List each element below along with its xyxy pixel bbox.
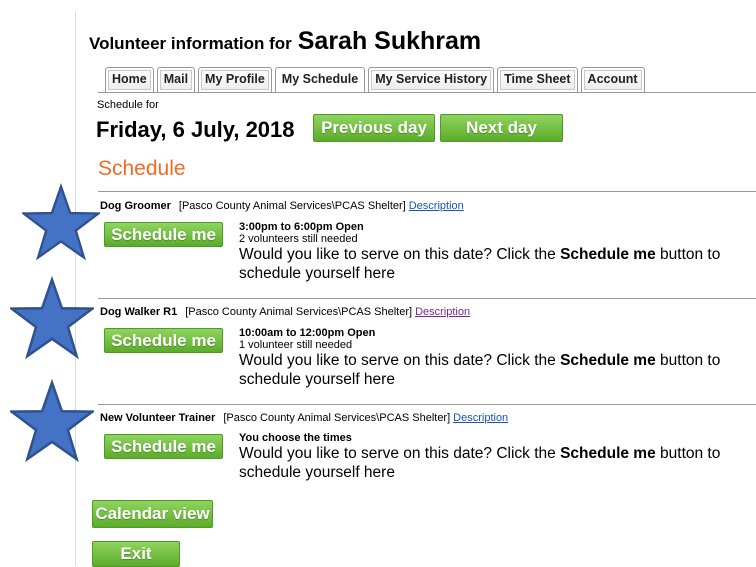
shift-header: Dog Walker R1 [Pasco County Animal Servic…	[100, 306, 470, 318]
tab-home[interactable]: Home	[105, 67, 154, 92]
shift-role: New Volunteer Trainer	[100, 412, 216, 424]
tab-my-service-history[interactable]: My Service History	[368, 67, 495, 92]
shift-info: 3:00pm to 6:00pm Open 2 volunteers still…	[239, 221, 720, 283]
schedule-for-label: Schedule for	[97, 99, 159, 111]
previous-day-button[interactable]: Previous day	[313, 114, 435, 142]
star-icon	[10, 276, 94, 360]
shift-role: Dog Groomer	[100, 200, 171, 212]
tab-mail[interactable]: Mail	[156, 67, 196, 92]
description-link[interactable]: Description	[415, 306, 470, 318]
tab-underline	[98, 92, 756, 93]
volunteers-needed: 1 volunteer still needed	[239, 339, 353, 351]
star-icon	[10, 378, 94, 463]
schedule-prompt-line2: schedule yourself here	[239, 371, 395, 388]
tab-time-sheet[interactable]: Time Sheet	[497, 67, 578, 92]
tab-bar: Home Mail My Profile My Schedule My Serv…	[105, 67, 645, 93]
tab-account[interactable]: Account	[580, 67, 645, 92]
schedule-me-button[interactable]: Schedule me	[104, 222, 223, 247]
shift-header: New Volunteer Trainer [Pasco County Anima…	[100, 412, 508, 424]
exit-button[interactable]: Exit	[92, 541, 180, 567]
volunteers-needed: 2 volunteers still needed	[239, 233, 358, 245]
schedule-date: Friday, 6 July, 2018	[96, 117, 295, 142]
section-title: Schedule	[98, 157, 186, 180]
shift-divider	[98, 404, 756, 405]
schedule-prompt: Would you like to serve on this date? Cl…	[239, 445, 721, 462]
shift-organization: [Pasco County Animal Services\PCAS Shelt…	[185, 306, 413, 318]
schedule-me-button[interactable]: Schedule me	[104, 434, 223, 459]
schedule-me-button[interactable]: Schedule me	[104, 328, 223, 353]
schedule-prompt-line2: schedule yourself here	[239, 265, 395, 282]
description-link[interactable]: Description	[453, 412, 508, 424]
shift-time: 3:00pm to 6:00pm Open	[239, 221, 364, 233]
shift-info: 10:00am to 12:00pm Open 1 volunteer stil…	[239, 327, 720, 389]
shift-divider	[98, 191, 756, 192]
shift-time: 10:00am to 12:00pm Open	[239, 327, 376, 339]
description-link[interactable]: Description	[409, 200, 464, 212]
tab-my-schedule[interactable]: My Schedule	[274, 67, 366, 93]
shift-time: You choose the times	[239, 432, 352, 444]
shift-divider	[98, 298, 756, 299]
schedule-prompt-line2: schedule yourself here	[239, 464, 395, 481]
heading-prefix: Volunteer information for	[89, 34, 292, 53]
star-icon	[22, 182, 100, 261]
shift-organization: [Pasco County Animal Services\PCAS Shelt…	[223, 412, 451, 424]
calendar-view-button[interactable]: Calendar view	[92, 500, 213, 528]
volunteer-name: Sarah Sukhram	[297, 27, 482, 55]
page-heading: Volunteer information for Sarah Sukhram	[89, 27, 481, 56]
schedule-prompt: Would you like to serve on this date? Cl…	[239, 246, 721, 263]
shift-info: You choose the times Would you like to s…	[239, 432, 720, 482]
next-day-button[interactable]: Next day	[440, 114, 563, 142]
shift-role: Dog Walker R1	[100, 306, 178, 318]
tab-my-profile[interactable]: My Profile	[198, 67, 272, 92]
shift-organization: [Pasco County Animal Services\PCAS Shelt…	[178, 200, 406, 212]
shift-header: Dog Groomer [Pasco County Animal Services…	[100, 200, 464, 212]
schedule-prompt: Would you like to serve on this date? Cl…	[239, 352, 721, 369]
